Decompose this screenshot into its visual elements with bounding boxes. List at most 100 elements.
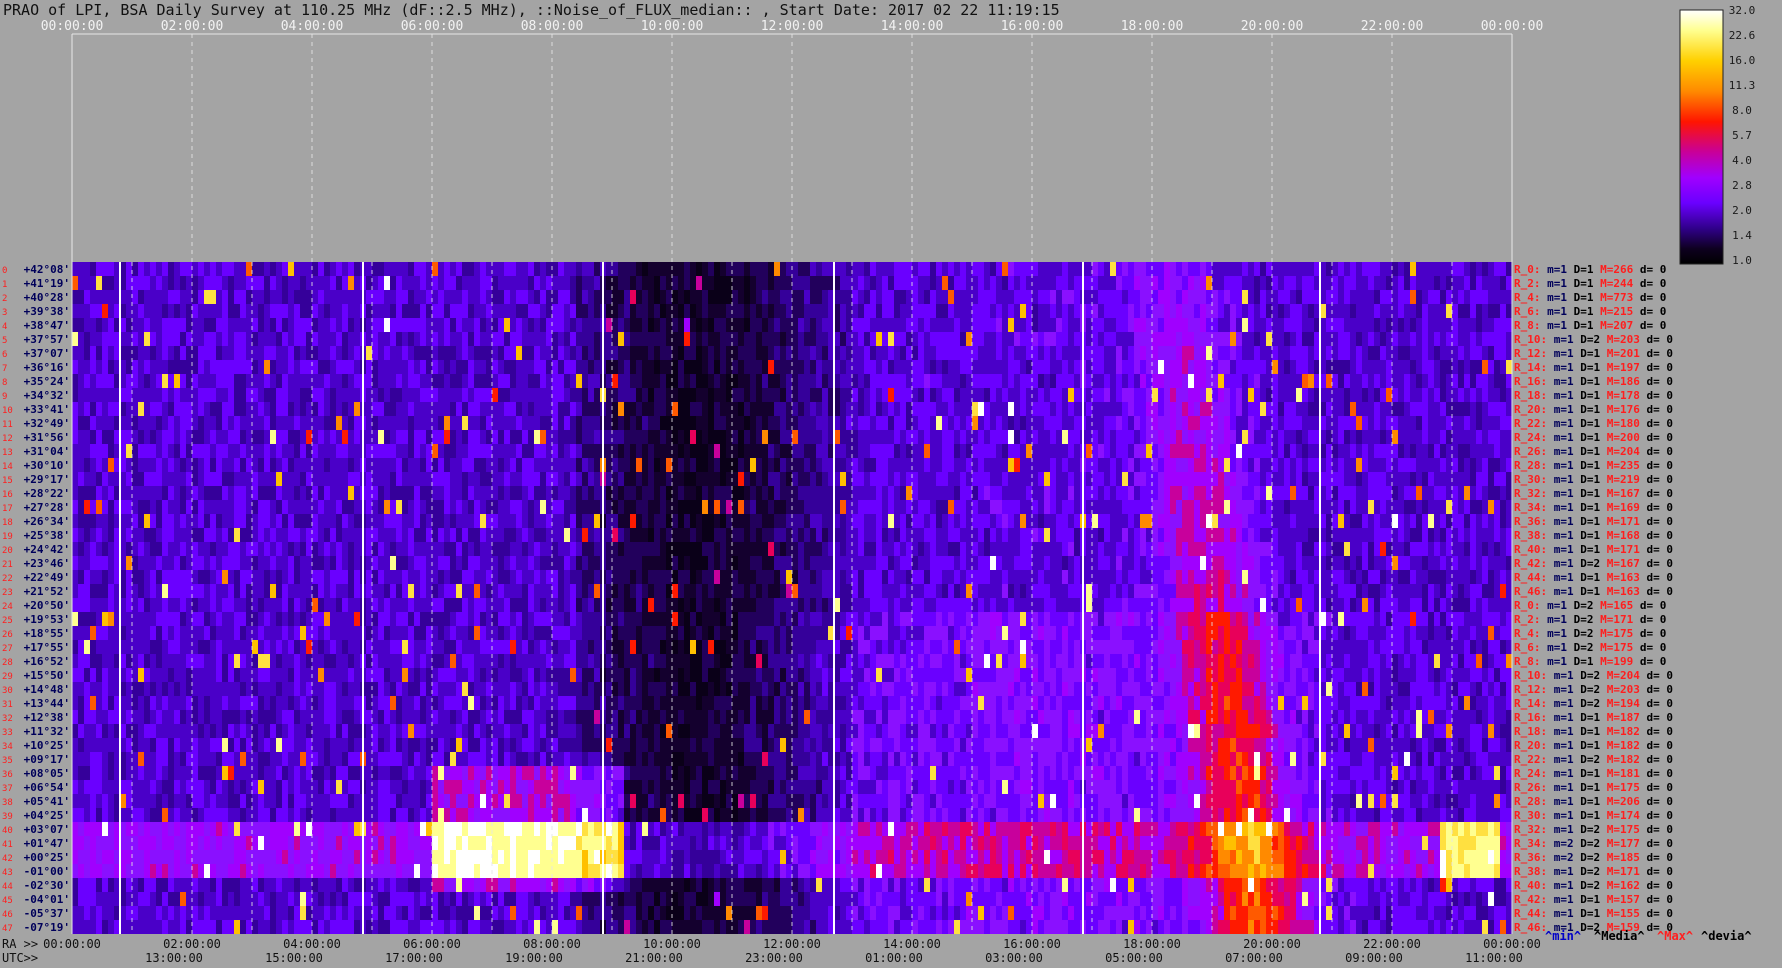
heatmap-cell [552, 430, 559, 444]
heatmap-cell [1428, 262, 1435, 276]
heatmap-cell [462, 290, 469, 304]
heatmap-cell [1032, 486, 1039, 500]
heatmap-cell [282, 374, 289, 388]
heatmap-cell [180, 528, 187, 542]
heatmap-cell [1440, 332, 1447, 346]
heatmap-cell [1140, 500, 1147, 514]
heatmap-cell [1326, 304, 1333, 318]
heatmap-cell [678, 332, 685, 346]
heatmap-cell [1026, 542, 1033, 556]
heatmap-cell [336, 430, 343, 444]
heatmap-cell [504, 514, 511, 528]
chart-canvas: 00:00:00 02:00:00 04:00:00 06:00:00 08:00:00… [2, 4, 1755, 965]
heatmap-cell [630, 472, 637, 486]
heatmap-cell [348, 388, 355, 402]
heatmap-cell [1350, 290, 1357, 304]
heatmap-cell [1206, 276, 1213, 290]
heatmap-cell [462, 444, 469, 458]
heatmap-cell [1254, 346, 1261, 360]
heatmap-cell [408, 318, 415, 332]
heatmap-cell [660, 318, 667, 332]
heatmap-cell [1344, 416, 1351, 430]
heatmap-cell [1368, 500, 1375, 514]
heatmap-cell [714, 458, 721, 472]
heatmap-cell [1038, 500, 1045, 514]
heatmap-cell [552, 528, 559, 542]
heatmap-cell [246, 276, 253, 290]
heatmap-cell [96, 360, 103, 374]
heatmap-cell [564, 304, 571, 318]
heatmap-cell [582, 472, 589, 486]
heatmap-cell [1128, 472, 1135, 486]
heatmap-cell [582, 304, 589, 318]
heatmap-cell [672, 276, 679, 290]
heatmap-cell [144, 318, 151, 332]
heatmap-cell [1122, 444, 1129, 458]
heatmap-cell [750, 374, 757, 388]
heatmap-cell [894, 374, 901, 388]
heatmap-cell [852, 486, 859, 500]
heatmap-cell [72, 290, 79, 304]
heatmap-cell [852, 402, 859, 416]
heatmap-cell [1062, 262, 1069, 276]
heatmap-cell [930, 332, 937, 346]
heatmap-cell [318, 388, 325, 402]
heatmap-cell [1368, 430, 1375, 444]
heatmap-cell [396, 388, 403, 402]
heatmap-cell [798, 374, 805, 388]
heatmap-cell [1494, 444, 1501, 458]
heatmap-cell [660, 402, 667, 416]
heatmap-cell [1128, 360, 1135, 374]
heatmap-cell [1230, 458, 1237, 472]
heatmap-cell [468, 542, 475, 556]
heatmap-cell [966, 346, 973, 360]
heatmap-cell [570, 486, 577, 500]
heatmap-cell [162, 318, 169, 332]
heatmap-cell [1374, 402, 1381, 416]
heatmap-cell [378, 500, 385, 514]
heatmap-cell [618, 472, 625, 486]
heatmap-cell [1398, 262, 1405, 276]
heatmap-cell [174, 304, 181, 318]
heatmap-cell [786, 416, 793, 430]
heatmap-cell [660, 472, 667, 486]
heatmap-cell [1344, 290, 1351, 304]
heatmap-cell [1212, 486, 1219, 500]
heatmap-cell [222, 486, 229, 500]
heatmap-cell [288, 276, 295, 290]
heatmap-cell [1404, 486, 1411, 500]
heatmap-cell [1446, 360, 1453, 374]
heatmap-cell [1146, 360, 1153, 374]
heatmap-cell [1332, 444, 1339, 458]
heatmap-cell [516, 346, 523, 360]
heatmap-cell [330, 290, 337, 304]
heatmap-cell [1020, 374, 1027, 388]
heatmap-cell [150, 486, 157, 500]
heatmap-cell [1464, 262, 1471, 276]
heatmap-cell [846, 542, 853, 556]
heatmap-cell [162, 402, 169, 416]
heatmap-cell [1296, 402, 1303, 416]
heatmap-cell [1284, 472, 1291, 486]
heatmap-cell [852, 444, 859, 458]
heatmap-cell [504, 486, 511, 500]
heatmap-cell [1302, 276, 1309, 290]
heatmap-cell [108, 542, 115, 556]
heatmap-cell [1056, 514, 1063, 528]
heatmap-cell [78, 486, 85, 500]
heatmap-cell [426, 528, 433, 542]
heatmap-cell [648, 528, 655, 542]
heatmap-cell [342, 262, 349, 276]
heatmap-cell [1398, 304, 1405, 318]
heatmap-cell [450, 486, 457, 500]
heatmap-cell [1428, 346, 1435, 360]
heatmap-cell [216, 332, 223, 346]
heatmap-cell [990, 332, 997, 346]
heatmap-cell [660, 374, 667, 388]
heatmap-cell [1224, 416, 1231, 430]
heatmap-cell [720, 472, 727, 486]
heatmap-cell [516, 542, 523, 556]
heatmap-cell [858, 458, 865, 472]
heatmap-cell [624, 262, 631, 276]
heatmap-cell [786, 528, 793, 542]
